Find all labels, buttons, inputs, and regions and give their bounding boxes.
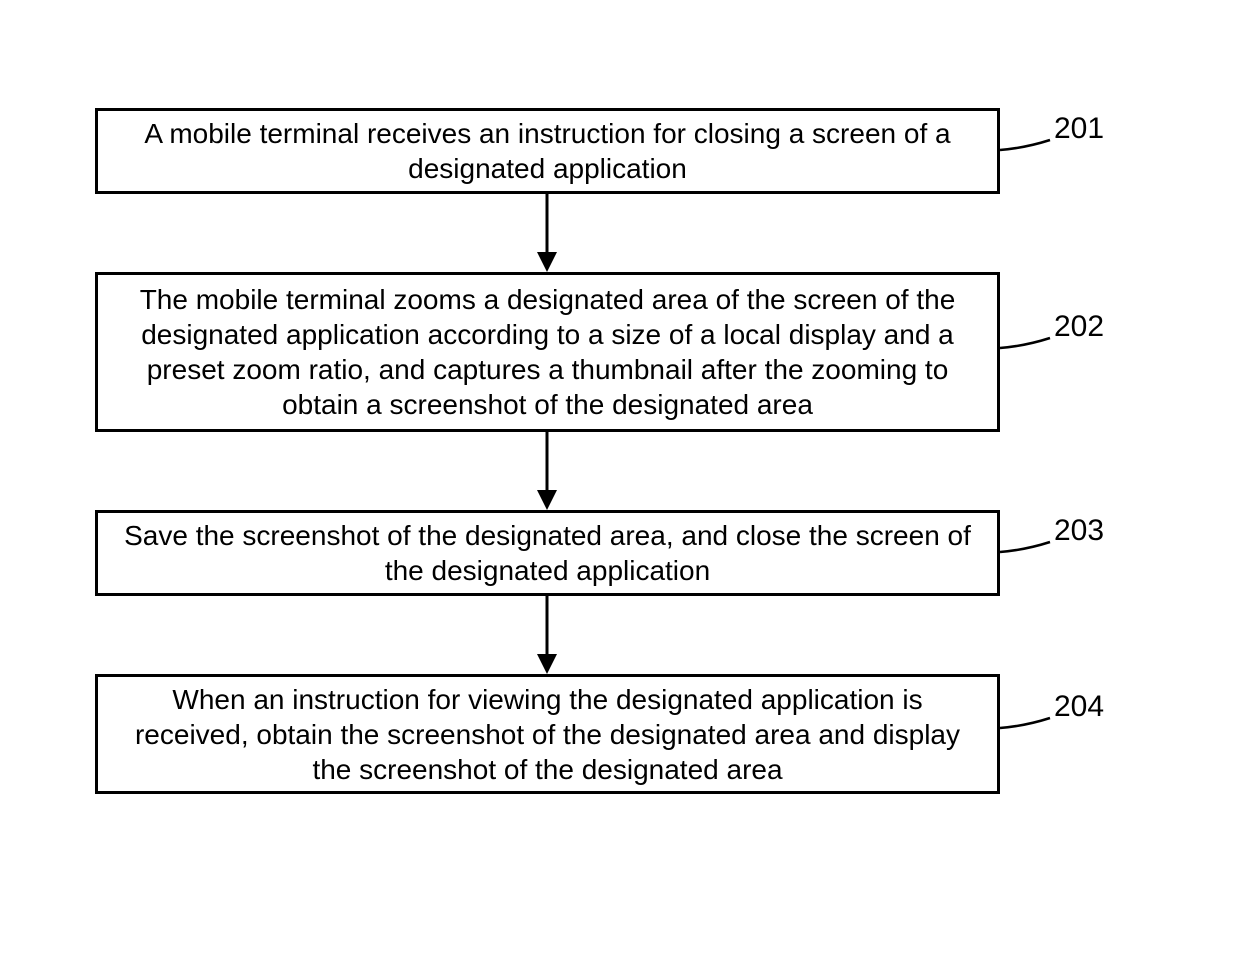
step-box-204: When an instruction for viewing the desi… [95,674,1000,794]
step-label-203: 203 [1054,514,1104,548]
step-text: Save the screenshot of the designated ar… [114,518,981,588]
step-box-202: The mobile terminal zooms a designated a… [95,272,1000,432]
flowchart: A mobile terminal receives an instructio… [0,0,1240,956]
step-label-202: 202 [1054,310,1104,344]
step-text: The mobile terminal zooms a designated a… [114,282,981,422]
step-text: When an instruction for viewing the desi… [114,682,981,787]
step-label-201: 201 [1054,112,1104,146]
step-box-201: A mobile terminal receives an instructio… [95,108,1000,194]
step-label-204: 204 [1054,690,1104,724]
step-box-203: Save the screenshot of the designated ar… [95,510,1000,596]
step-text: A mobile terminal receives an instructio… [114,116,981,186]
